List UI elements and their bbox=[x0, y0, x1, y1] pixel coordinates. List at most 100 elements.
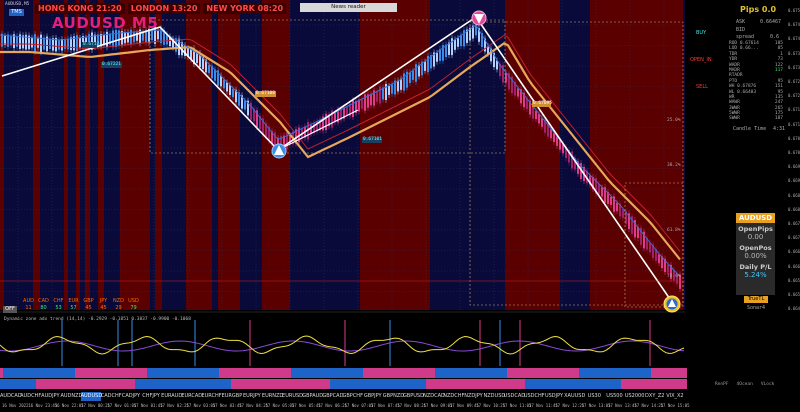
fib-pct-label: 25.0% bbox=[667, 118, 681, 123]
time-tick: 17 Nov 11:45 bbox=[528, 403, 558, 408]
time-tick: 17 Nov 13:05 bbox=[581, 403, 611, 408]
info-box-symbol: AUDUSD bbox=[736, 213, 775, 223]
candle bbox=[613, 193, 615, 215]
symbol-tab-gbpcad[interactable]: GBPCAD bbox=[322, 392, 343, 401]
candle-time-value: 4:31 bbox=[773, 126, 786, 132]
ask-label: ASK bbox=[736, 19, 746, 25]
candle bbox=[634, 217, 636, 241]
candle bbox=[670, 261, 672, 283]
time-tick: 17 Nov 03:45 bbox=[212, 403, 242, 408]
currency-value: 29 bbox=[115, 305, 122, 311]
candle bbox=[76, 32, 78, 54]
symbol-tab-euraud[interactable]: EURAUD bbox=[161, 392, 182, 401]
session-bands bbox=[0, 0, 685, 390]
time-tick: 16 Nov 22:05 bbox=[54, 403, 84, 408]
time-tick: 17 Nov 09:05 bbox=[423, 403, 453, 408]
symbol-tab-audchf[interactable]: AUDCHF bbox=[20, 392, 41, 401]
price-tick: 0.66700 bbox=[788, 235, 800, 241]
session-clocks: HONG KONG 21:20 LONDON 13:20 NEW YORK 08… bbox=[35, 3, 287, 14]
currency-value: 80 bbox=[40, 305, 47, 311]
symbol-tab-usdcad[interactable]: USDCAD bbox=[504, 392, 525, 401]
strength-column: CAD 80 bbox=[37, 298, 50, 312]
ask-value: 0.66467 bbox=[760, 19, 782, 25]
price-tick: 0.67100 bbox=[788, 121, 800, 127]
symbol-tab-cadchf[interactable]: CADCHF bbox=[101, 392, 122, 401]
symbol-tab-usdjpy[interactable]: USDJPY bbox=[544, 392, 564, 401]
tms-button[interactable]: TMS bbox=[9, 9, 24, 16]
price-tick: 0.66500 bbox=[788, 292, 800, 297]
currency-code: CHF bbox=[53, 298, 64, 304]
symbol-tab-eurnzd[interactable]: EURNZD bbox=[262, 392, 283, 401]
symbol-tab-gbpjpy[interactable]: GBPJPY bbox=[363, 392, 383, 401]
fib-pct-label: 61.8% bbox=[667, 228, 681, 233]
symbol-tab-dxy_z2[interactable]: DXY_Z2 bbox=[645, 392, 665, 401]
symbol-tab-eurchf[interactable]: EURCHF bbox=[201, 392, 221, 401]
symbol-tab-audjpy[interactable]: AUDJPY bbox=[40, 392, 60, 401]
true-tl-button[interactable]: TrueTL bbox=[744, 296, 768, 303]
price-tick: 0.66750 bbox=[788, 221, 800, 226]
vlock-label: VLock bbox=[760, 382, 775, 387]
symbol-tab-us500[interactable]: US500 bbox=[604, 392, 624, 401]
strength-column: GBP 45 bbox=[82, 298, 95, 312]
currency-code: CAD bbox=[38, 298, 49, 304]
price-tick: 0.66900 bbox=[788, 178, 800, 184]
symbol-tab-usdchf[interactable]: USDCHF bbox=[524, 392, 545, 401]
symbol-tab-audnzd[interactable]: AUDNZD bbox=[60, 392, 82, 401]
symbol-tab-nzdchf[interactable]: NZDCHF bbox=[443, 392, 464, 401]
candle bbox=[463, 27, 465, 50]
symbol-tab-us2000[interactable]: US2000 bbox=[625, 392, 645, 401]
level-label: 0.67095 bbox=[533, 101, 552, 106]
candle bbox=[628, 210, 630, 233]
price-tick: 0.67250 bbox=[788, 79, 800, 84]
symbol-tab-audcad[interactable]: AUDCAD bbox=[0, 392, 22, 401]
symbol-tab-eurjpy[interactable]: EURJPY bbox=[242, 392, 262, 401]
candle bbox=[19, 31, 21, 52]
news-reader-button[interactable]: News reader bbox=[300, 3, 397, 12]
candle bbox=[451, 35, 453, 59]
time-tick: 17 Nov 07:45 bbox=[370, 403, 400, 408]
candle bbox=[520, 86, 522, 107]
price-tick: 0.66950 bbox=[788, 164, 800, 170]
price-tick: 0.67200 bbox=[788, 93, 800, 99]
sell-signal-icon bbox=[471, 10, 487, 26]
price-tick: 0.67350 bbox=[788, 50, 800, 56]
symbol-tab-gbpnzd[interactable]: GBPNZD bbox=[383, 392, 404, 401]
open-pips-value: 0.00 bbox=[747, 233, 764, 241]
candle bbox=[25, 31, 27, 53]
strength-off-button[interactable]: OFF bbox=[3, 306, 17, 313]
symbol-tab-gbpusd[interactable]: GBPUSD bbox=[403, 392, 424, 401]
candle bbox=[46, 33, 48, 55]
buy-signal-icon bbox=[271, 143, 287, 159]
stats-value: 117 bbox=[774, 67, 783, 73]
symbol-tab-gbpaud[interactable]: GBPAUD bbox=[302, 392, 323, 401]
daily-pl-value: 5.24% bbox=[744, 271, 767, 279]
candle bbox=[502, 61, 504, 86]
symbol-tab-xauusd[interactable]: XAUUSD bbox=[564, 392, 585, 401]
symbol-tab-us30[interactable]: US30 bbox=[584, 392, 604, 401]
currency-value: 79 bbox=[130, 305, 137, 311]
bottom-right-labels: RenPF 4Ocean VLock bbox=[715, 382, 774, 387]
candle bbox=[364, 91, 366, 114]
currency-code: EUR bbox=[68, 298, 79, 304]
time-tick: 17 Nov 05:45 bbox=[291, 403, 321, 408]
symbol-tab-eurcad[interactable]: EURCAD bbox=[181, 392, 202, 401]
price-tick: 0.67050 bbox=[788, 135, 800, 141]
strength-column: EUR 57 bbox=[67, 298, 80, 312]
time-tick: 17 Nov 09:45 bbox=[449, 403, 479, 408]
symbol-tab-gbpchf[interactable]: GBPCHF bbox=[343, 392, 363, 401]
candle bbox=[406, 68, 408, 91]
symbol-tab-nzdusd[interactable]: NZDUSD bbox=[484, 392, 506, 401]
symbol-tab-nzdcad[interactable]: NZDCAD bbox=[423, 392, 445, 401]
candle bbox=[571, 148, 573, 172]
candle bbox=[415, 61, 417, 85]
symbol-tab-eurgbp[interactable]: EURGBP bbox=[222, 392, 243, 401]
symbol-tab-nzdjpy[interactable]: NZDJPY bbox=[463, 392, 483, 401]
symbol-tab-eurusd[interactable]: EURUSD bbox=[282, 392, 303, 401]
symbol-tab-chfjpy[interactable]: CHFJPY bbox=[141, 392, 161, 401]
currency-value: 45 bbox=[85, 305, 92, 311]
symbol-tab-cadjpy[interactable]: CADJPY bbox=[121, 392, 141, 401]
currency-code: JPY bbox=[99, 298, 108, 304]
candle-time-label: Candle Time bbox=[733, 126, 767, 132]
symbol-tab-vix_x2[interactable]: VIX_X2 bbox=[665, 392, 685, 401]
symbol-tab-audusd[interactable]: AUDUSD bbox=[80, 392, 102, 401]
